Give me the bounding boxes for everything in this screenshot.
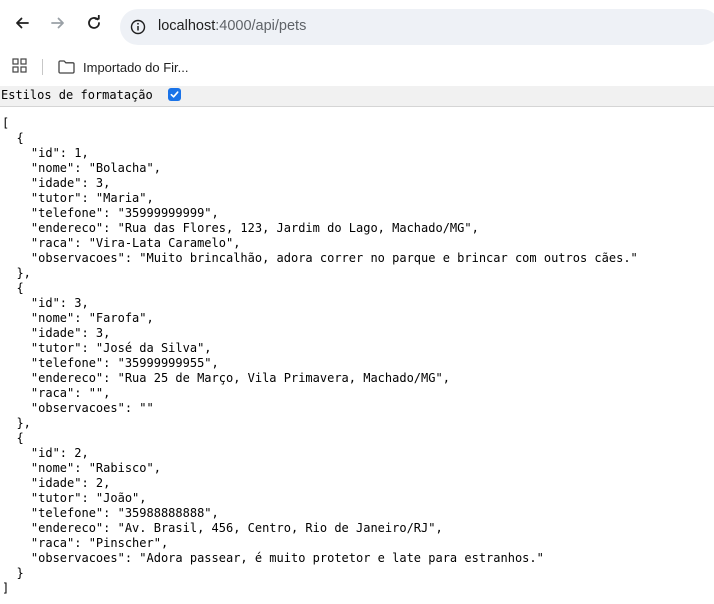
site-info-icon[interactable]: [130, 19, 146, 35]
formatting-bar: Estilos de formatação: [0, 86, 714, 107]
bookmark-folder-label: Importado do Fir...: [83, 59, 189, 75]
reload-button[interactable]: [83, 12, 105, 34]
bookmark-folder-imported[interactable]: Importado do Fir...: [58, 58, 189, 76]
forward-button[interactable]: [47, 12, 69, 34]
formatting-label: Estilos de formatação: [1, 88, 153, 102]
checkmark-icon: [170, 91, 179, 98]
back-button[interactable]: [11, 12, 33, 34]
reload-icon: [88, 15, 100, 29]
address-bar[interactable]: localhost:4000/api/pets: [120, 9, 714, 45]
back-arrow-icon: [16, 17, 29, 29]
forward-arrow-icon: [51, 17, 64, 29]
url-host: localhost: [158, 18, 216, 34]
url-path: :4000/api/pets: [215, 18, 307, 34]
bookmarks-separator: [42, 59, 43, 75]
url-text[interactable]: localhost:4000/api/pets: [158, 18, 306, 34]
pretty-print-checkbox[interactable]: [168, 88, 181, 101]
browser-toolbar: localhost:4000/api/pets: [0, 0, 714, 52]
apps-grid-icon[interactable]: [12, 58, 28, 74]
folder-icon: [58, 60, 75, 74]
json-response-body: [ { "id": 1, "nome": "Bolacha", "idade":…: [2, 116, 638, 595]
